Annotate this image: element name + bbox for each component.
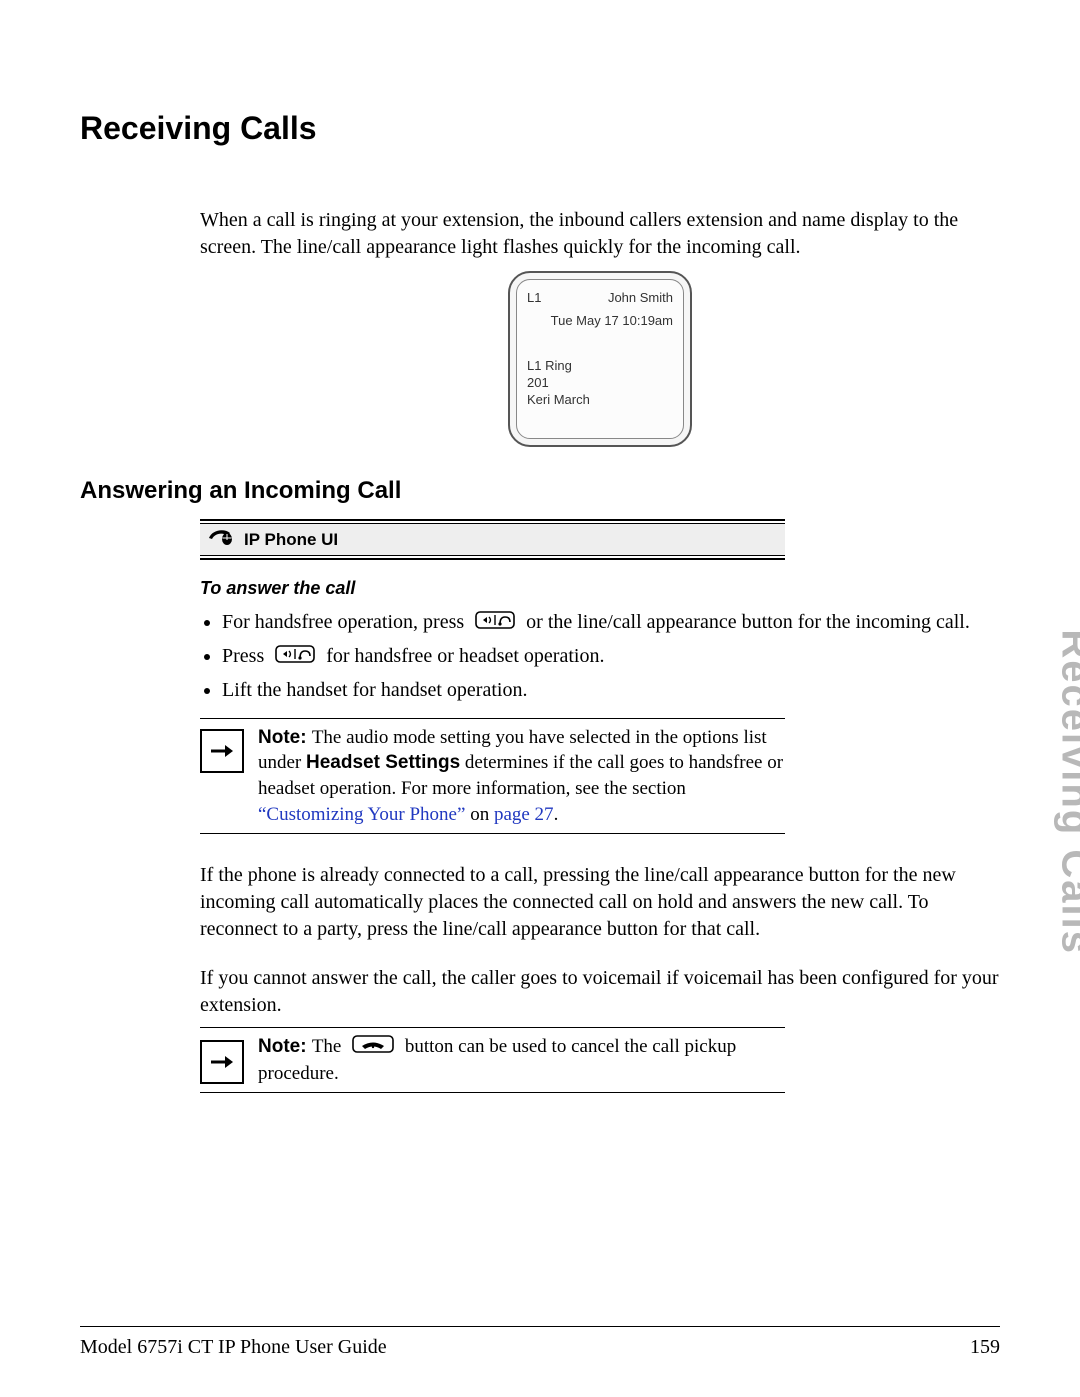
footer-page-number: 159 [970,1336,1000,1359]
phone-bezel: L1 John Smith Tue May 17 10:19am L1 Ring… [508,271,692,447]
phone-screen-figure: L1 John Smith Tue May 17 10:19am L1 Ring… [200,271,1000,447]
phone-status-line3: Keri March [527,392,673,409]
note-block-2: Note: The button can be used to cancel t… [200,1027,785,1093]
note-label: Note: [258,727,312,748]
side-tab-label: Receiving Calls [1053,629,1080,955]
note1-bold: Headset Settings [306,752,460,773]
note-block-1: Note: The audio mode setting you have se… [200,718,785,835]
bullet3-text: Lift the handset for handset operation. [222,679,527,701]
bullet2-text-b: for handsfree or headset operation. [326,645,604,667]
bullet1-text-a: For handsfree operation, press [222,611,469,633]
note2-text: Note: The button can be used to cancel t… [258,1034,785,1086]
section-heading-answering: Answering an Incoming Call [80,477,1000,505]
speaker-key-icon [475,610,515,637]
goodbye-key-icon [352,1035,394,1061]
phone-status-line1: L1 Ring [527,358,673,375]
phone-screen: L1 John Smith Tue May 17 10:19am L1 Ring… [516,279,684,439]
phone-status-line2: 201 [527,375,673,392]
bullet2-text-a: Press [222,645,269,667]
paragraph-voicemail: If you cannot answer the call, the calle… [200,965,1000,1019]
note1-part3: on [465,804,494,825]
mouse-icon [206,526,234,553]
section-body: IP Phone UI To answer the call For hands… [200,519,1000,1093]
page-footer: Model 6757i CT IP Phone User Guide 159 [80,1336,1000,1359]
footer-guide-title: Model 6757i CT IP Phone User Guide [80,1336,387,1359]
answer-steps-list: For handsfree operation, press or the li… [200,609,1000,704]
note1-part4: . [554,804,559,825]
bullet1-text-b: or the line/call appearance button for t… [526,611,970,633]
page-title: Receiving Calls [80,110,1000,147]
phone-datetime: Tue May 17 10:19am [527,313,673,328]
ip-phone-ui-label: IP Phone UI [244,530,338,550]
list-item: For handsfree operation, press or the li… [222,609,1000,637]
paragraph-hold-behavior: If the phone is already connected to a c… [200,862,1000,943]
body-column: When a call is ringing at your extension… [200,207,1000,447]
intro-paragraph: When a call is ringing at your extension… [200,207,1000,261]
ip-phone-ui-banner: IP Phone UI [200,519,785,560]
phone-caller-name: John Smith [608,290,673,305]
note-label: Note: [258,1036,312,1057]
phone-line-indicator: L1 [527,290,541,305]
list-item: Lift the handset for handset operation. [222,677,1000,704]
note1-text: Note: The audio mode setting you have se… [258,725,785,828]
note-arrow-icon [200,729,244,773]
speaker-key-icon [275,644,315,671]
footer-rule [80,1326,1000,1327]
link-page-27[interactable]: page 27 [494,804,554,825]
link-customizing-phone[interactable]: “Customizing Your Phone” [258,804,465,825]
note-arrow-icon [200,1040,244,1084]
note2-part1: The [312,1036,346,1057]
subheading-to-answer: To answer the call [200,578,1000,599]
list-item: Press for handsfree or headset operation… [222,643,1000,671]
page: Receiving Calls Receiving Calls When a c… [0,0,1080,1397]
